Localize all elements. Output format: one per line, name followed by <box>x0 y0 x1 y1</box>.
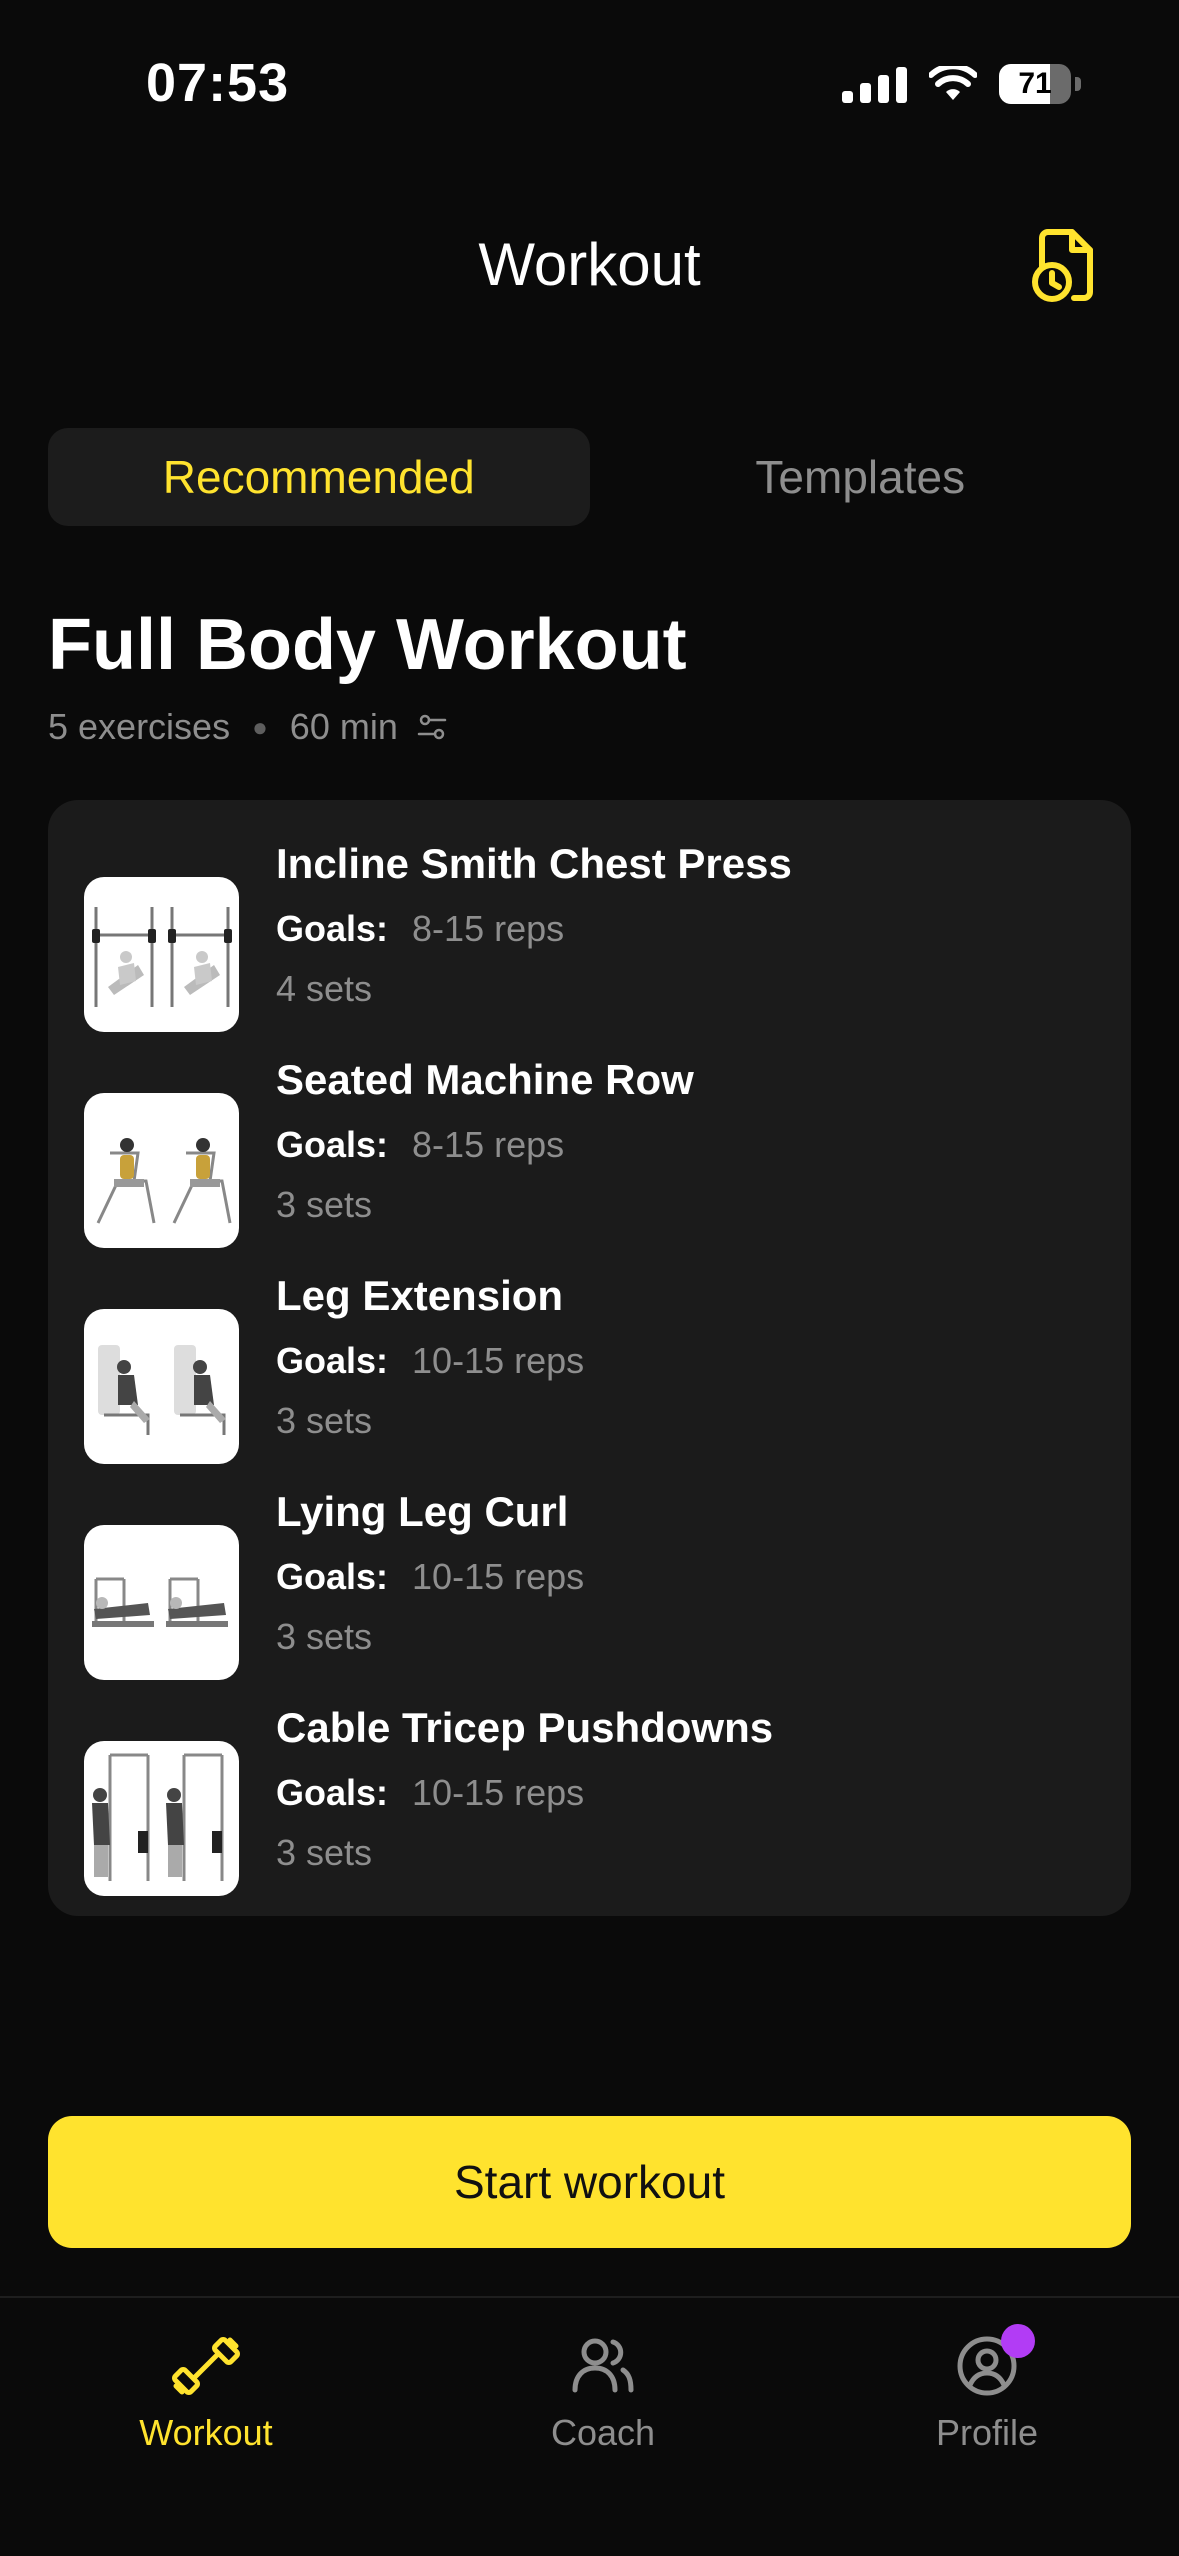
wifi-icon <box>929 66 977 100</box>
exercise-sets: 3 sets <box>276 1184 373 1225</box>
battery-tip <box>1075 77 1081 91</box>
exercise-name: Incline Smith Chest Press <box>276 840 792 887</box>
exercise-goals: Goals: 8-15 reps <box>276 1124 564 1166</box>
exercise-list-card: Incline Smith Chest Press Goals: 8-15 rep… <box>48 800 1131 1916</box>
history-button[interactable] <box>1028 228 1098 304</box>
nav-label-coach: Coach <box>550 2412 656 2453</box>
goals-label: Goals: <box>276 1772 389 1813</box>
exercise-item[interactable]: Lying Leg Curl Goals: 10-15 reps 3 sets <box>84 1488 1094 1680</box>
tab-templates[interactable]: Templates <box>590 428 1132 526</box>
leg-extension-image <box>98 1345 226 1435</box>
nav-label-workout: Workout <box>139 2412 273 2453</box>
exercise-item[interactable]: Seated Machine Row Goals: 8-15 reps 3 set… <box>84 1056 1094 1248</box>
cable-pushdown-image <box>92 1753 224 1881</box>
goals-reps: 10-15 reps <box>412 1556 585 1597</box>
goals-reps: 10-15 reps <box>412 1772 585 1813</box>
cellular-signal-icon <box>842 65 907 103</box>
workout-duration: 60 min <box>289 706 398 747</box>
exercise-count: 5 exercises <box>48 706 231 747</box>
goals-reps: 8-15 reps <box>412 908 565 949</box>
nav-divider <box>0 2296 1179 2298</box>
dumbbell-icon <box>172 2337 240 2395</box>
page-title: Workout <box>478 231 701 298</box>
exercise-sets: 3 sets <box>276 1616 373 1657</box>
exercise-thumbnail <box>84 1309 239 1464</box>
history-icon <box>1032 229 1093 302</box>
goals-label: Goals: <box>276 1340 389 1381</box>
workout-title: Full Body Workout <box>48 605 687 685</box>
nav-item-workout[interactable]: Workout <box>86 2330 326 2454</box>
exercise-thumbnail <box>84 1525 239 1680</box>
exercise-thumbnail <box>84 1741 239 1896</box>
exercise-item[interactable]: Cable Tricep Pushdowns Goals: 10-15 reps … <box>84 1704 1094 1896</box>
smith-machine-image <box>92 907 232 1007</box>
goals-reps: 10-15 reps <box>412 1340 585 1381</box>
leg-curl-image <box>92 1577 228 1627</box>
goals-label: Goals: <box>276 1124 389 1165</box>
status-time: 07:53 <box>146 53 290 113</box>
start-workout-button[interactable]: Start workout <box>48 2116 1131 2248</box>
exercise-sets: 3 sets <box>276 1400 373 1441</box>
battery-icon: 71 <box>999 64 1071 104</box>
exercise-goals: Goals: 10-15 reps <box>276 1772 584 1814</box>
exercise-goals: Goals: 8-15 reps <box>276 908 564 950</box>
goals-label: Goals: <box>276 908 389 949</box>
goals-reps: 8-15 reps <box>412 1124 565 1165</box>
nav-item-profile[interactable]: Profile <box>867 2324 1107 2454</box>
exercise-item[interactable]: Leg Extension Goals: 10-15 reps 3 sets <box>84 1272 1094 1464</box>
status-icons: 71 <box>842 64 1081 104</box>
goals-label: Goals: <box>276 1556 389 1597</box>
nav-label-profile: Profile <box>935 2412 1039 2453</box>
exercise-name: Leg Extension <box>276 1272 564 1319</box>
separator-dot: ● <box>252 711 268 742</box>
exercise-thumbnail <box>84 1093 239 1248</box>
exercise-goals: Goals: 10-15 reps <box>276 1340 584 1382</box>
exercise-thumbnail <box>84 877 239 1032</box>
nav-item-coach[interactable]: Coach <box>483 2330 723 2454</box>
exercise-item[interactable]: Incline Smith Chest Press Goals: 8-15 rep… <box>84 840 1094 1032</box>
battery-percent: 71 <box>1018 67 1052 100</box>
exercise-sets: 4 sets <box>276 968 373 1009</box>
users-icon <box>572 2338 634 2393</box>
workout-meta: 5 exercises ● 60 min <box>48 706 448 748</box>
notification-badge <box>1001 2324 1035 2358</box>
tab-recommended[interactable]: Recommended <box>48 428 590 526</box>
exercise-sets: 3 sets <box>276 1832 373 1873</box>
exercise-name: Cable Tricep Pushdowns <box>276 1704 774 1751</box>
seated-row-image <box>96 1138 232 1224</box>
exercise-name: Seated Machine Row <box>276 1056 694 1103</box>
adjust-icon[interactable] <box>416 711 448 743</box>
exercise-name: Lying Leg Curl <box>276 1488 569 1535</box>
exercise-goals: Goals: 10-15 reps <box>276 1556 584 1598</box>
workout-tabs: Recommended Templates <box>48 428 1131 526</box>
